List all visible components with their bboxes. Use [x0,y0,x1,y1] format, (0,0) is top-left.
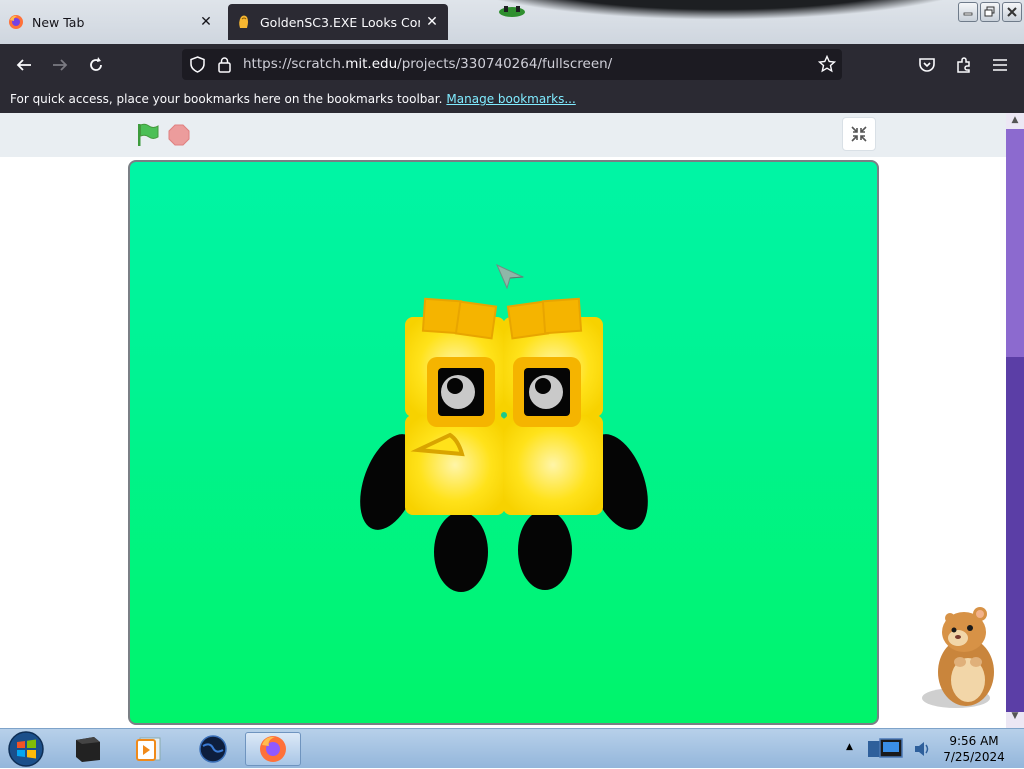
tab-new-tab[interactable]: New Tab ✕ [0,4,222,40]
url-text[interactable]: https://scratch.mit.edu/projects/3307402… [243,56,612,72]
tab-scratch-project[interactable]: GoldenSC3.EXE Looks Compani ✕ [228,4,448,40]
taskbar-app-media-player[interactable] [121,732,177,766]
back-button[interactable] [13,54,35,76]
forward-button[interactable] [49,54,71,76]
close-window-button[interactable] [1002,2,1022,22]
tab-title: GoldenSC3.EXE Looks Compani [260,14,420,30]
paper-plane-cursor-icon [496,263,524,289]
windows-taskbar: ▲ 9:56 AM 7/25/2024 [0,728,1024,768]
page-content [0,113,1006,728]
clock-date: 7/25/2024 [943,750,1005,764]
scrollbar-track[interactable] [1006,357,1024,712]
titlebar-decoration-icon [499,6,525,17]
exit-fullscreen-icon [851,126,867,142]
manage-bookmarks-link[interactable]: Manage bookmarks... [446,92,575,106]
minimize-icon [963,12,973,16]
media-player-icon [136,737,161,761]
network-icon[interactable] [866,735,908,763]
globe-icon [199,735,227,763]
scroll-down-icon[interactable]: ▼ [1006,711,1024,727]
close-tab-icon[interactable]: ✕ [198,14,214,30]
back-arrow-icon [16,59,31,71]
star-icon[interactable] [818,55,836,73]
forward-arrow-icon [53,59,68,71]
scrollbar-thumb[interactable] [1006,129,1024,369]
tab-strip: New Tab ✕ GoldenSC3.EXE Looks Compani ✕ [0,0,1024,44]
numberblock-character [360,297,648,592]
minimize-button[interactable] [958,2,978,22]
taskbar-app-firefox[interactable] [245,732,301,766]
tab-title: New Tab [32,14,85,30]
taskbar-app-globe[interactable] [185,732,241,766]
project-stage[interactable] [128,160,879,725]
extensions-button[interactable] [953,54,975,76]
url-path: /projects/330740264/fullscreen/ [397,56,613,72]
restore-icon [984,6,995,17]
green-flag-icon[interactable] [136,123,160,147]
clock-time: 9:56 AM [949,734,999,748]
taskbar-app-terminal[interactable] [60,732,116,766]
close-tab-icon[interactable]: ✕ [424,14,440,30]
tracking-protection-icon[interactable] [189,56,206,73]
bookmarks-toolbar: For quick access, place your bookmarks h… [0,85,1024,113]
url-host: mit.edu [345,56,398,72]
stage-header [0,113,1006,157]
firefox-icon [260,736,286,762]
restore-button[interactable] [980,2,1000,22]
pocket-button[interactable] [916,54,938,76]
reload-button[interactable] [85,54,107,76]
address-bar[interactable]: https://scratch.mit.edu/projects/3307402… [182,49,842,80]
taskbar-clock[interactable]: 9:56 AM 7/25/2024 [934,733,1014,765]
show-hidden-icons-icon[interactable]: ▲ [846,742,853,752]
url-prefix: https://scratch. [243,56,346,72]
page-scrollbar[interactable]: ▲ ▼ [1006,113,1024,728]
lock-icon[interactable] [217,56,232,73]
exit-fullscreen-button[interactable] [842,117,876,151]
window-controls [958,2,1022,22]
extensions-icon [957,57,970,73]
reload-icon [90,57,102,71]
close-icon [1007,7,1017,17]
bookmarks-message: For quick access, place your bookmarks h… [10,92,443,106]
firefox-icon [9,15,23,29]
hamburger-menu-icon [993,59,1007,71]
start-button[interactable] [6,730,46,768]
pocket-icon [919,58,935,72]
scratch-cat-icon [239,15,248,28]
computer-icon [76,737,100,762]
stop-sign-icon[interactable] [168,124,190,146]
hamster-desktop-pet[interactable] [918,604,1008,714]
speaker-icon[interactable] [912,739,932,759]
app-menu-button[interactable] [989,54,1011,76]
